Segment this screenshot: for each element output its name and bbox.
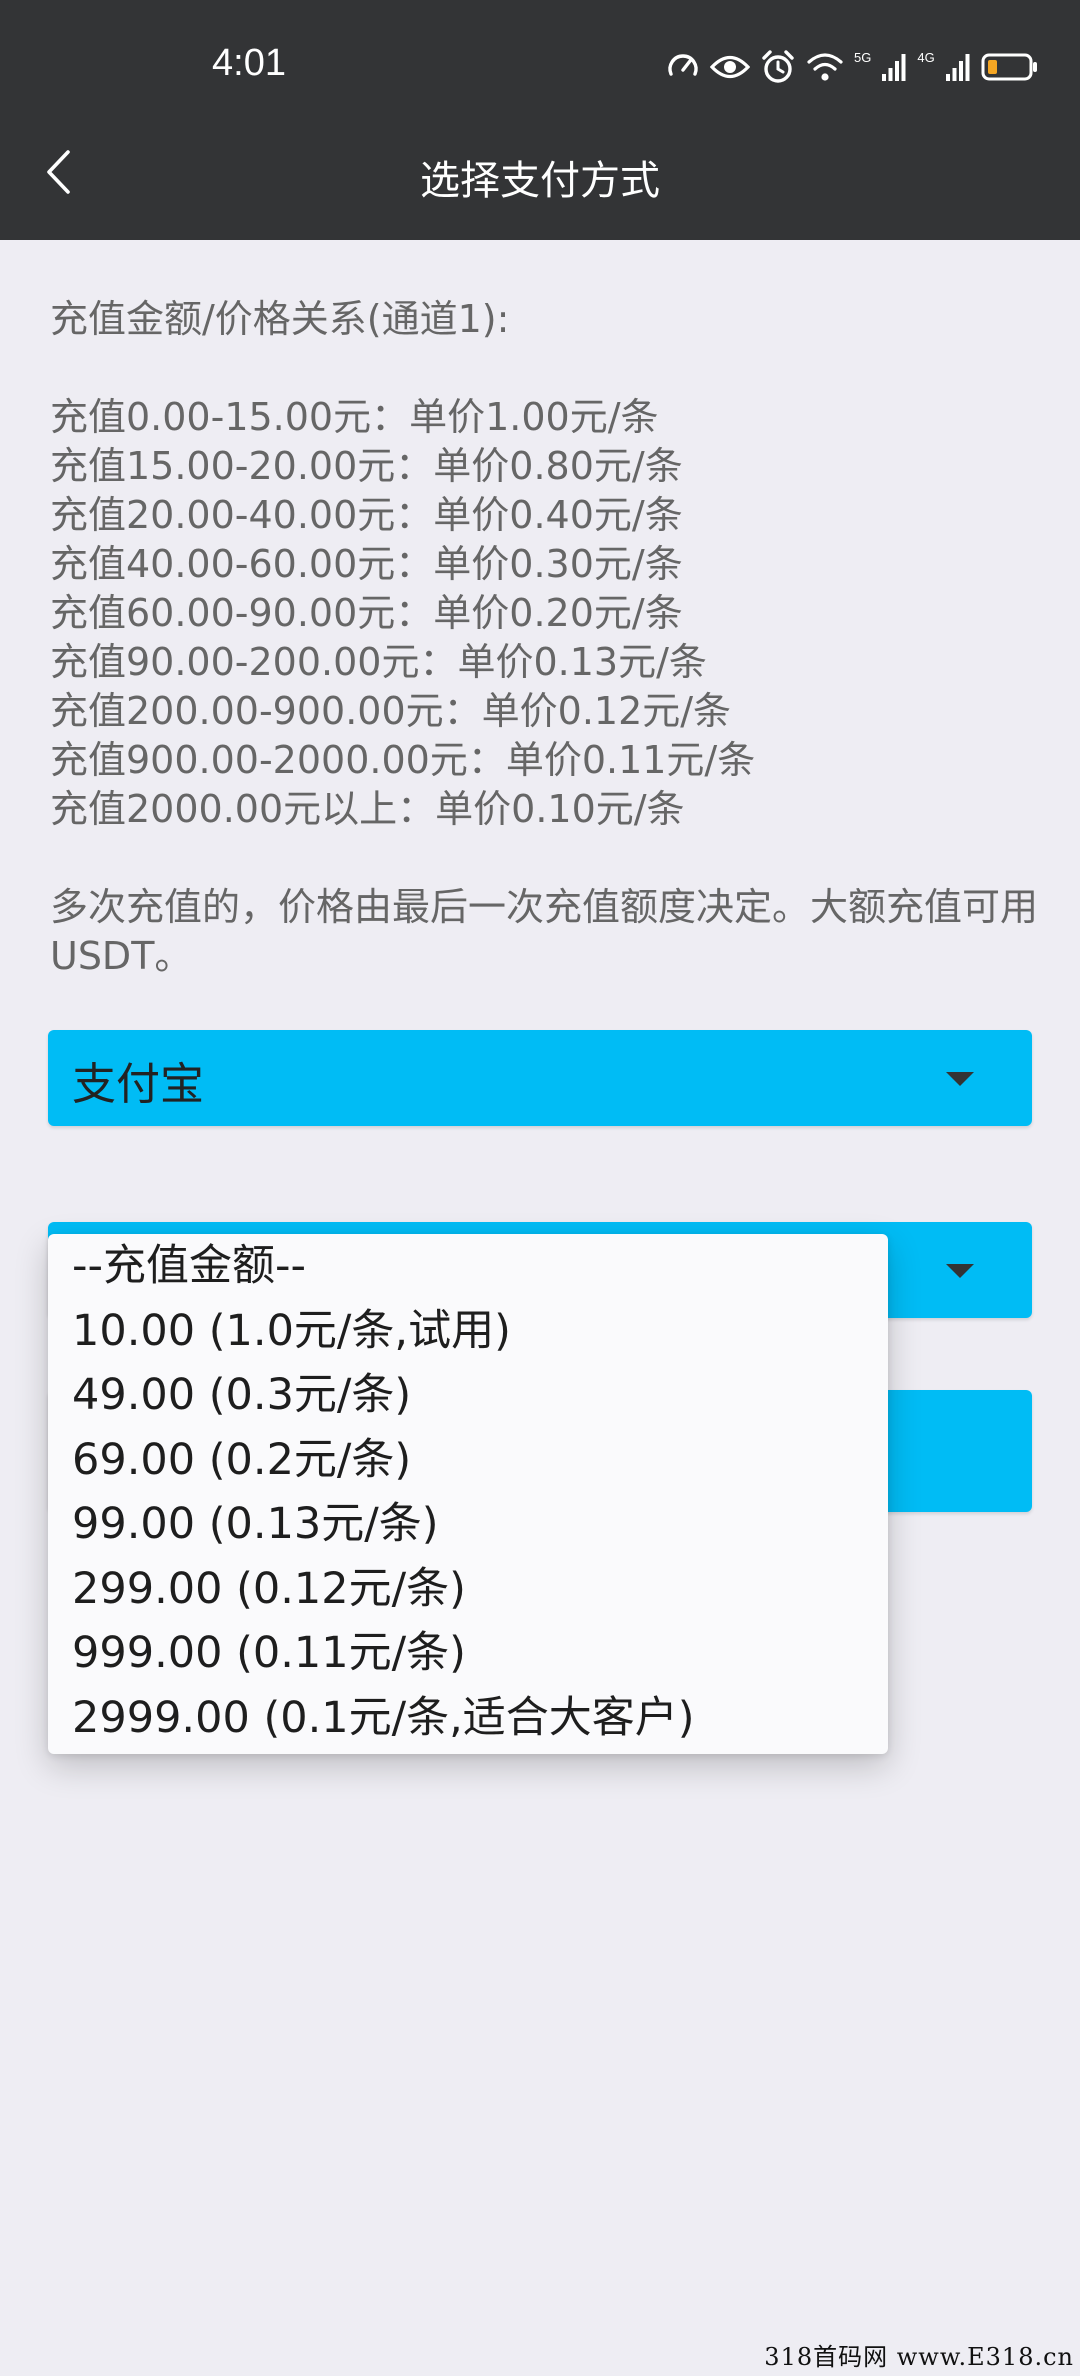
speedometer-icon <box>666 50 700 84</box>
alarm-icon <box>760 49 796 85</box>
amount-option[interactable]: 49.00 (0.3元/条) <box>48 1363 888 1428</box>
amount-option[interactable]: 10.00 (1.0元/条,试用) <box>48 1299 888 1364</box>
caret-down-icon <box>946 1072 974 1086</box>
battery-icon <box>981 52 1039 82</box>
pricing-tier: 充值90.00-200.00元：单价0.13元/条 <box>50 640 707 684</box>
pricing-tier: 充值0.00-15.00元：单价1.00元/条 <box>50 395 659 439</box>
wifi-icon <box>806 51 844 83</box>
amount-option[interactable]: 999.00 (0.11元/条) <box>48 1621 888 1686</box>
network-4g-label: 4G <box>917 49 935 65</box>
pricing-note: 多次充值的，价格由最后一次充值额度决定。大额充值可用USDT。 <box>50 885 1039 978</box>
amount-option[interactable]: 99.00 (0.13元/条) <box>48 1492 888 1557</box>
signal-icon <box>945 52 971 82</box>
app-header: 4:01 5G 4G 选择支付方式 <box>0 0 1080 240</box>
caret-down-icon <box>946 1264 974 1278</box>
pricing-tier: 充值200.00-900.00元：单价0.12元/条 <box>50 689 732 733</box>
signal-icon <box>881 52 907 82</box>
page-title: 选择支付方式 <box>420 158 660 204</box>
eye-icon <box>710 52 750 82</box>
pricing-tier: 充值900.00-2000.00元：单价0.11元/条 <box>50 738 756 782</box>
watermark: 318首码网 www.E318.cn <box>764 2343 1074 2371</box>
pricing-tier: 充值15.00-20.00元：单价0.80元/条 <box>50 444 683 488</box>
pricing-tier: 充值20.00-40.00元：单价0.40元/条 <box>50 493 683 537</box>
amount-option[interactable]: 299.00 (0.12元/条) <box>48 1557 888 1622</box>
pricing-tier: 充值40.00-60.00元：单价0.30元/条 <box>50 542 683 586</box>
pricing-tier: 充值2000.00元以上：单价0.10元/条 <box>50 787 685 831</box>
amount-option-placeholder[interactable]: --充值金额-- <box>48 1234 888 1299</box>
payment-method-select[interactable]: 支付宝 <box>48 1030 1032 1126</box>
payment-method-value: 支付宝 <box>72 1059 204 1110</box>
pricing-tier: 充值60.00-90.00元：单价0.20元/条 <box>50 591 683 635</box>
amount-option[interactable]: 2999.00 (0.1元/条,适合大客户) <box>48 1686 888 1751</box>
status-time: 4:01 <box>212 42 286 84</box>
amount-dropdown-menu: --充值金额-- 10.00 (1.0元/条,试用) 49.00 (0.3元/条… <box>48 1234 888 1754</box>
pricing-info: 充值金额/价格关系(通道1): 充值0.00-15.00元：单价1.00元/条 … <box>50 295 1040 981</box>
pricing-heading: 充值金额/价格关系(通道1): <box>50 297 510 341</box>
network-5g-label: 5G <box>854 49 872 65</box>
amount-option[interactable]: 69.00 (0.2元/条) <box>48 1428 888 1493</box>
status-icons: 5G 4G <box>666 46 1039 88</box>
